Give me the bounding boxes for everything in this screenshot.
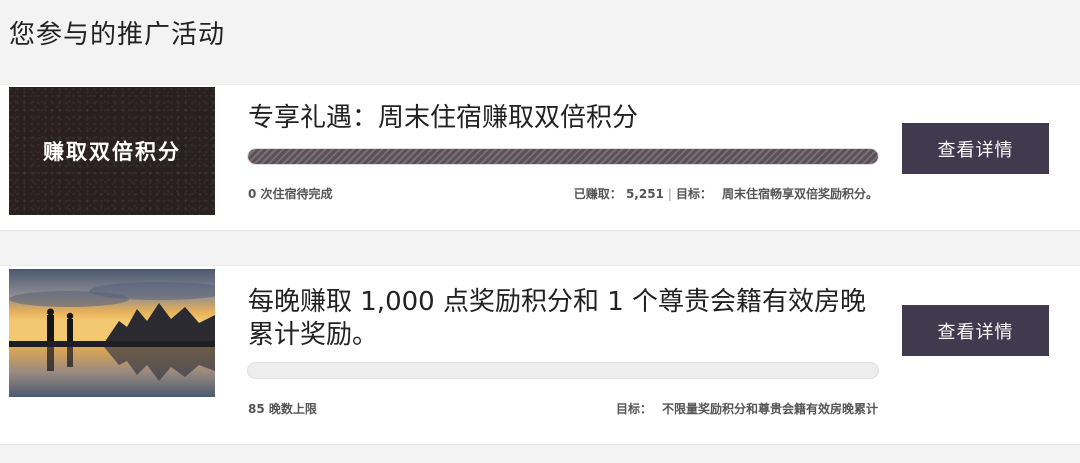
progress-status: 0 次住宿待完成 xyxy=(248,187,333,201)
promotion-image xyxy=(9,269,215,397)
goal-value: 不限量奖励积分和尊贵会籍有效房晚累计 xyxy=(661,402,878,416)
earned-value: 5,251 xyxy=(625,187,664,201)
promotion-meta: 目标： 不限量奖励积分和尊贵会籍有效房晚累计 xyxy=(616,400,878,417)
progress-fill xyxy=(248,149,878,164)
promotion-card: 每晚赚取 1,000 点奖励积分和 1 个尊贵会籍有效房晚累计奖励。 85 晚数… xyxy=(0,265,1080,445)
goal-label: 目标： xyxy=(675,187,712,201)
meta-separator: | xyxy=(667,187,672,201)
promotion-title: 每晚赚取 1,000 点奖励积分和 1 个尊贵会籍有效房晚累计奖励。 xyxy=(248,287,867,350)
earned-label: 已赚取： xyxy=(573,187,622,201)
goal-label: 目标： xyxy=(615,402,652,416)
page-title: 您参与的推广活动 xyxy=(9,20,226,50)
goal-value: 周末住宿畅享双倍奖励积分。 xyxy=(721,187,878,201)
promotion-image: 赚取双倍积分 xyxy=(9,87,215,215)
sunset-landscape-image xyxy=(9,269,215,397)
view-details-button[interactable]: 查看详情 xyxy=(902,305,1049,356)
promotion-meta: 已赚取： 5,251 | 目标： 周末住宿畅享双倍奖励积分。 xyxy=(574,185,878,202)
promotion-title: 专享礼遇：周末住宿赚取双倍积分 xyxy=(248,103,639,133)
promotion-image-text: 赚取双倍积分 xyxy=(43,140,181,164)
progress-bar xyxy=(247,148,879,165)
promotion-card: 赚取双倍积分 专享礼遇：周末住宿赚取双倍积分 0 次住宿待完成 已赚取： 5,2… xyxy=(0,84,1080,231)
view-details-button[interactable]: 查看详情 xyxy=(902,123,1049,174)
progress-status: 85 晚数上限 xyxy=(248,402,317,416)
progress-bar xyxy=(247,362,879,379)
